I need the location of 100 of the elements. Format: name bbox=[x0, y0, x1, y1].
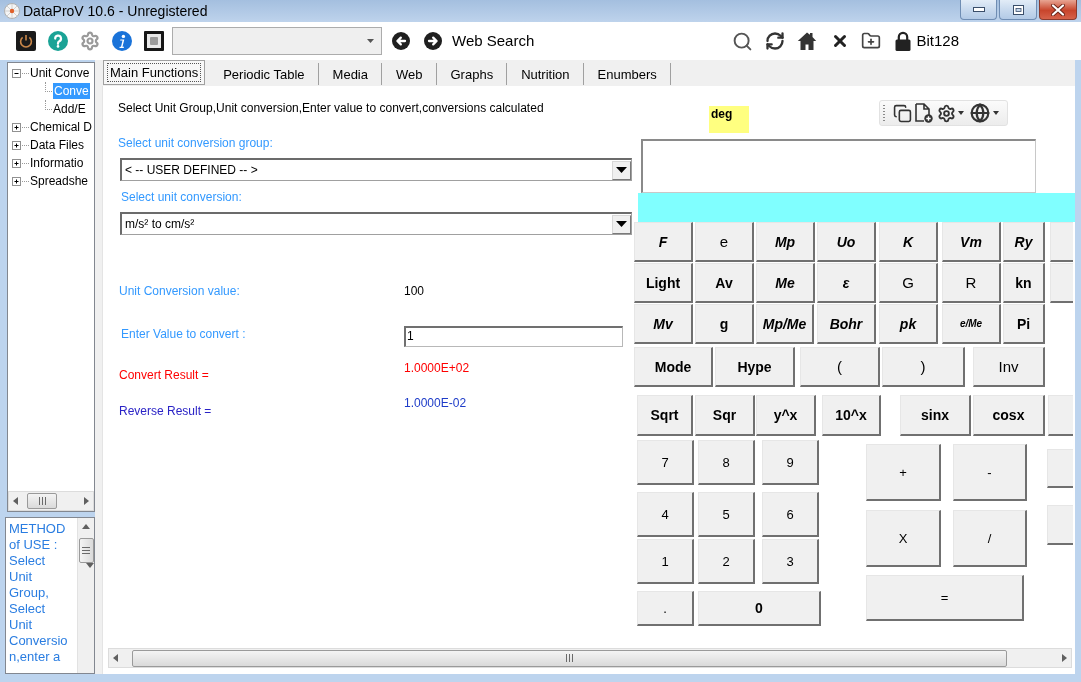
tree-item[interactable]: Spreadshe bbox=[30, 173, 89, 189]
scrollbar-thumb[interactable] bbox=[27, 493, 57, 509]
calculator-key[interactable]: Sqr bbox=[695, 395, 755, 436]
calculator-key[interactable]: + bbox=[866, 444, 941, 501]
calculator-key[interactable] bbox=[1047, 449, 1073, 488]
calculator-key[interactable]: Sqrt bbox=[637, 395, 693, 436]
calculator-key[interactable]: 8 bbox=[698, 440, 755, 485]
calculator-key[interactable]: 3 bbox=[762, 539, 819, 584]
tree-item[interactable]: Add/E bbox=[53, 101, 86, 117]
dropdown-field[interactable]: m/s² to cm/s² bbox=[120, 212, 632, 235]
screen-icon[interactable] bbox=[144, 31, 164, 51]
tab[interactable]: Graphs bbox=[436, 63, 508, 85]
calculator-key[interactable]: 2 bbox=[698, 539, 755, 584]
collapse-icon[interactable] bbox=[12, 68, 29, 78]
tab[interactable]: Enumbers bbox=[583, 63, 671, 85]
calculator-key[interactable]: 9 bbox=[762, 440, 819, 485]
scroll-left-icon[interactable] bbox=[113, 654, 118, 662]
calculator-key[interactable]: e/Me bbox=[942, 304, 1001, 344]
calculator-key[interactable]: Ry bbox=[1003, 222, 1045, 262]
minimize-button[interactable] bbox=[960, 0, 997, 20]
calculator-key[interactable]: Hype bbox=[715, 347, 795, 387]
calculator-key[interactable]: G bbox=[879, 263, 938, 303]
search-icon[interactable] bbox=[732, 30, 754, 52]
refresh-icon[interactable] bbox=[765, 31, 786, 51]
calculator-key[interactable]: 0 bbox=[698, 591, 821, 626]
calculator-key[interactable]: F bbox=[634, 222, 693, 262]
web-search-button[interactable]: Web Search bbox=[452, 32, 535, 50]
scroll-right-icon[interactable] bbox=[84, 497, 89, 505]
info-icon[interactable] bbox=[112, 31, 132, 51]
expand-icon[interactable] bbox=[12, 140, 29, 150]
calculator-key[interactable]: Uo bbox=[817, 222, 876, 262]
scroll-left-icon[interactable] bbox=[13, 497, 18, 505]
calculator-key[interactable]: ε bbox=[817, 263, 876, 303]
maximize-button[interactable] bbox=[999, 0, 1037, 20]
gear-icon[interactable] bbox=[937, 103, 956, 123]
calculator-key[interactable]: y^x bbox=[756, 395, 816, 436]
dropdown-field[interactable] bbox=[172, 27, 382, 55]
calculator-key[interactable]: . bbox=[637, 591, 694, 626]
dropdown-button[interactable] bbox=[612, 214, 631, 234]
calculator-key[interactable]: sinx bbox=[900, 395, 971, 436]
calculator-key[interactable]: Inv bbox=[973, 347, 1045, 387]
calculator-key[interactable] bbox=[1048, 395, 1073, 436]
calculator-key[interactable]: 7 bbox=[637, 440, 694, 485]
calculator-key[interactable]: Av bbox=[695, 263, 754, 303]
calculator-key[interactable]: e bbox=[695, 222, 754, 262]
calculator-key[interactable]: kn bbox=[1003, 263, 1045, 303]
tree-item[interactable]: Informatio bbox=[30, 155, 84, 171]
calculator-key[interactable] bbox=[1050, 263, 1073, 303]
calculator-key[interactable]: cosx bbox=[973, 395, 1045, 436]
copy-icon[interactable] bbox=[893, 103, 912, 123]
calculator-key[interactable]: R bbox=[942, 263, 1001, 303]
calculator-key[interactable]: = bbox=[866, 575, 1024, 621]
dropdown-field[interactable]: < -- USER DEFINED -- > bbox=[120, 158, 632, 181]
calculator-key[interactable]: pk bbox=[879, 304, 938, 344]
home-icon[interactable] bbox=[797, 31, 818, 51]
calculator-key[interactable]: Mp bbox=[756, 222, 815, 262]
scroll-right-icon[interactable] bbox=[1062, 654, 1067, 662]
calculator-key[interactable]: 4 bbox=[637, 492, 694, 537]
calculator-key[interactable]: K bbox=[879, 222, 938, 262]
dropdown-button[interactable] bbox=[612, 160, 631, 180]
calculator-key[interactable]: Mv bbox=[634, 304, 693, 344]
tab[interactable]: Periodic Table bbox=[209, 63, 319, 85]
scrollbar-thumb[interactable] bbox=[132, 649, 1007, 667]
calculator-key[interactable]: g bbox=[695, 304, 754, 344]
calculator-key[interactable]: ) bbox=[882, 347, 965, 387]
calculator-key[interactable]: Light bbox=[634, 263, 693, 303]
tab[interactable]: Nutrition bbox=[507, 63, 584, 85]
calculator-key[interactable]: 10^x bbox=[822, 395, 881, 436]
power-icon[interactable] bbox=[16, 31, 36, 51]
calculator-key[interactable]: - bbox=[953, 444, 1027, 501]
tab[interactable]: Media bbox=[318, 63, 382, 85]
calculator-key[interactable]: Vm bbox=[942, 222, 1001, 262]
calculator-key[interactable]: 5 bbox=[698, 492, 755, 537]
tree-item[interactable]: Data Files bbox=[30, 137, 85, 153]
calculator-key[interactable]: 1 bbox=[637, 539, 694, 584]
expand-icon[interactable] bbox=[12, 122, 29, 132]
horizontal-scrollbar[interactable] bbox=[8, 491, 94, 511]
expand-icon[interactable] bbox=[12, 158, 29, 168]
calculator-key[interactable]: Mode bbox=[634, 347, 713, 387]
calculator-key[interactable]: ( bbox=[800, 347, 880, 387]
horizontal-scrollbar[interactable] bbox=[108, 648, 1072, 668]
folder-add-icon[interactable] bbox=[861, 31, 882, 51]
tab[interactable]: Web bbox=[382, 63, 437, 85]
tree-item[interactable]: Unit Conve bbox=[30, 65, 90, 81]
calculator-key[interactable]: 6 bbox=[762, 492, 819, 537]
calculator-key[interactable] bbox=[1047, 505, 1073, 545]
input-field[interactable]: 1 bbox=[404, 326, 623, 347]
expand-icon[interactable] bbox=[12, 176, 29, 186]
calculator-key[interactable]: Pi bbox=[1003, 304, 1045, 344]
calculator-key[interactable]: Bohr bbox=[817, 304, 876, 344]
scroll-up-icon[interactable] bbox=[82, 524, 90, 529]
calculator-key[interactable]: X bbox=[866, 510, 941, 567]
globe-icon[interactable] bbox=[970, 103, 990, 123]
scrollbar-thumb[interactable] bbox=[78, 538, 94, 563]
calculator-key[interactable] bbox=[1050, 222, 1073, 262]
new-file-icon[interactable] bbox=[915, 103, 933, 123]
vertical-scrollbar[interactable] bbox=[77, 518, 94, 673]
tab[interactable]: Main Functions bbox=[103, 60, 206, 85]
calculator-key[interactable]: / bbox=[953, 510, 1027, 567]
help-icon[interactable] bbox=[48, 31, 68, 51]
